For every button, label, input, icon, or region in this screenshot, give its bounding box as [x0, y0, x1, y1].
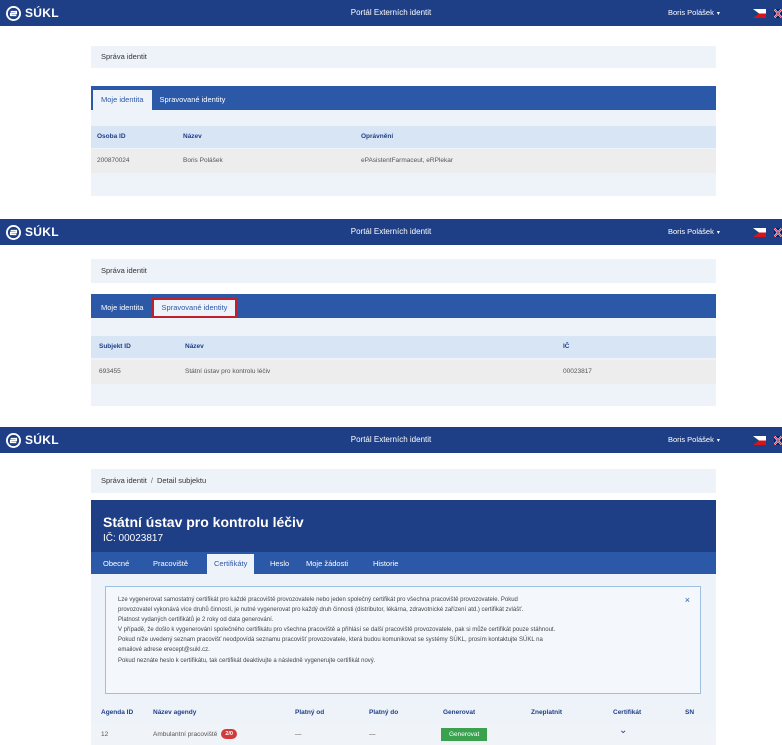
- breadcrumb-item[interactable]: Správa identit: [101, 52, 147, 61]
- tab-history[interactable]: Historie: [373, 554, 398, 574]
- breadcrumb-item-detail: Detail subjektu: [156, 476, 207, 485]
- close-icon[interactable]: ×: [685, 595, 690, 605]
- table-row[interactable]: 200870024 Boris Polášek ePAsistentFarmac…: [91, 149, 716, 173]
- detail-tabs: Obecné Pracoviště Certifikáty Heslo Moje…: [91, 552, 716, 574]
- breadcrumb: Správa identit: [91, 259, 716, 283]
- cell-valid-to: —: [369, 731, 376, 738]
- cell-ico: 00023817: [563, 368, 592, 375]
- col-agenda-name: Název agendy: [153, 709, 197, 716]
- user-name: Boris Polášek: [668, 8, 714, 17]
- cell-subject-id: 693455: [99, 368, 121, 375]
- identity-card: Moje identita Spravované identity Subjek…: [91, 294, 716, 406]
- info-line: Pokud níže uvedený seznam pracovišť neod…: [118, 637, 543, 643]
- info-alert: Lze vygenerovat samostatný certifikát pr…: [105, 586, 701, 694]
- tab-certificates[interactable]: Certifikáty: [207, 554, 255, 574]
- english-flag-icon[interactable]: [774, 228, 782, 237]
- identity-tabs: Moje identita Spravované identity: [91, 86, 716, 110]
- top-navbar: SÚKL Portál Externích identit Boris Polá…: [0, 0, 782, 26]
- chevron-down-icon[interactable]: ⌄: [619, 725, 627, 736]
- breadcrumb-item[interactable]: Správa identit: [101, 266, 147, 275]
- subject-header: Státní ústav pro kontrolu léčiv IČ: 0002…: [91, 500, 716, 552]
- czech-flag-icon[interactable]: [753, 228, 766, 237]
- col-sn: SN: [685, 709, 695, 716]
- tab-my-identity[interactable]: Moje identita: [93, 298, 152, 318]
- user-name: Boris Polášek: [668, 435, 714, 444]
- english-flag-icon[interactable]: [774, 436, 782, 445]
- subject-name: Státní ústav pro kontrolu léčiv: [103, 514, 304, 530]
- info-line: Lze vygenerovat samostatný certifikát pr…: [118, 597, 518, 603]
- cell-name: Státní ústav pro kontrolu léčiv: [185, 368, 271, 375]
- english-flag-icon[interactable]: [774, 9, 782, 18]
- col-subject-id: Subjekt ID: [99, 343, 131, 350]
- breadcrumb: Správa identit: [91, 46, 716, 68]
- cell-valid-from: —: [295, 731, 302, 738]
- table-row[interactable]: 12 Ambulantní pracoviště 2/0 — — Generova…: [91, 724, 716, 745]
- tab-password[interactable]: Heslo: [270, 554, 289, 574]
- identity-card: Moje identita Spravované identity Osoba …: [91, 86, 716, 196]
- col-generate: Generovat: [443, 709, 476, 716]
- info-line: Pokud neznáte heslo k certifikátu, tak c…: [118, 658, 376, 664]
- caret-down-icon: ▾: [716, 230, 720, 236]
- tab-managed-identities[interactable]: Spravované identity: [151, 298, 238, 318]
- count-badge: 2/0: [221, 729, 237, 740]
- cell-permissions: ePAsistentFarmaceut, eRPlekar: [361, 157, 453, 164]
- user-name: Boris Polášek: [668, 227, 714, 236]
- col-name: Název: [185, 343, 204, 350]
- user-menu[interactable]: Boris Polášek ▾: [668, 8, 720, 17]
- info-line: provozovatel vykonává více druhů činnost…: [118, 607, 524, 613]
- col-certificate: Certifikát: [613, 709, 642, 716]
- cell-name: Boris Polášek: [183, 157, 223, 164]
- breadcrumb-separator: /: [150, 476, 153, 485]
- info-line: Platnost vydaných certifikátů je 2 roky …: [118, 617, 274, 623]
- cell-person-id: 200870024: [97, 157, 130, 164]
- user-menu[interactable]: Boris Polášek ▾: [668, 227, 720, 236]
- portal-title: Portál Externích identit: [350, 435, 432, 444]
- caret-down-icon: ▾: [716, 11, 720, 17]
- identity-tabs: Moje identita Spravované identity: [91, 294, 716, 318]
- cell-agenda-name: Ambulantní pracoviště 2/0: [153, 724, 237, 745]
- top-navbar: SÚKL Portál Externích identit Boris Polá…: [0, 219, 782, 245]
- czech-flag-icon[interactable]: [753, 436, 766, 445]
- breadcrumb: Správa identit / Detail subjektu: [91, 469, 716, 493]
- portal-title: Portál Externích identit: [350, 227, 432, 236]
- cell-agenda-id: 12: [101, 731, 109, 738]
- table-header: Osoba ID Název Oprávnění: [91, 126, 716, 148]
- col-valid-from: Platný od: [295, 709, 325, 716]
- certificates-panel: Lze vygenerovat samostatný certifikát pr…: [91, 574, 716, 745]
- portal-title: Portál Externích identit: [350, 8, 432, 17]
- col-permissions: Oprávnění: [361, 133, 394, 140]
- col-agenda-id: Agenda ID: [101, 709, 134, 716]
- table-header: Subjekt ID Název IČ: [91, 336, 716, 358]
- col-valid-to: Platný do: [369, 709, 399, 716]
- tab-general[interactable]: Obecné: [103, 554, 129, 574]
- user-menu[interactable]: Boris Polášek ▾: [668, 435, 720, 444]
- tab-managed-identities[interactable]: Spravované identity: [152, 90, 234, 110]
- table-header: Agenda ID Název agendy Platný od Platný …: [91, 702, 716, 724]
- tab-workplaces[interactable]: Pracoviště: [153, 554, 188, 574]
- tab-my-requests[interactable]: Moje žádosti: [306, 554, 348, 574]
- agenda-name-text: Ambulantní pracoviště: [153, 731, 218, 738]
- col-name: Název: [183, 133, 202, 140]
- info-line: emailové adrese erecept@sukl.cz.: [118, 647, 210, 653]
- caret-down-icon: ▾: [716, 438, 720, 444]
- info-line: V případě, že došlo k vygenerování spole…: [118, 627, 556, 633]
- table-row[interactable]: 693455 Státní ústav pro kontrolu léčiv 0…: [91, 360, 716, 384]
- col-person-id: Osoba ID: [97, 133, 126, 140]
- generate-button[interactable]: Generovat: [441, 728, 488, 741]
- col-invalidate: Zneplatnit: [531, 709, 563, 716]
- subject-ico: IČ: 00023817: [103, 533, 164, 544]
- col-ico: IČ: [563, 343, 570, 350]
- tab-my-identity[interactable]: Moje identita: [93, 90, 152, 110]
- breadcrumb-item-identities[interactable]: Správa identit: [101, 476, 147, 485]
- top-navbar: SÚKL Portál Externích identit Boris Polá…: [0, 427, 782, 453]
- czech-flag-icon[interactable]: [753, 9, 766, 18]
